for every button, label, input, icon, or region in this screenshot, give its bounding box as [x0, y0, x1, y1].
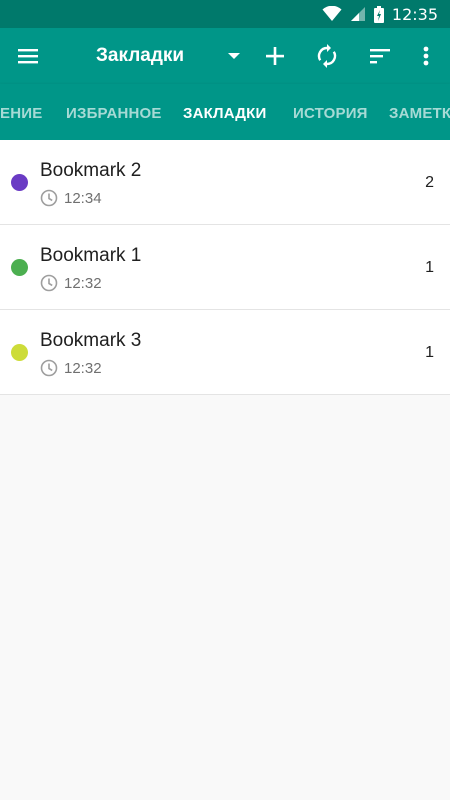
tab-bar: ЕНИЕ ИЗБРАННОЕ ЗАКЛАДКИ ИСТОРИЯ ЗАМЕТК — [0, 84, 450, 140]
bookmark-time: 12:34 — [64, 189, 102, 207]
bookmark-title: Bookmark 3 — [40, 330, 142, 351]
menu-icon[interactable] — [14, 42, 42, 70]
battery-icon — [373, 5, 384, 23]
title-selector[interactable]: Закладки — [96, 42, 184, 70]
clock-icon — [40, 274, 58, 292]
bookmark-count: 2 — [425, 174, 434, 191]
wifi-icon — [322, 6, 342, 21]
clock-icon — [40, 359, 58, 377]
status-bar: 12:35 — [0, 0, 450, 28]
page-title: Закладки — [96, 45, 185, 66]
more-vert-icon[interactable] — [412, 42, 440, 70]
status-time: 12:35 — [391, 4, 438, 24]
bookmark-count: 1 — [425, 344, 434, 361]
dropdown-arrow-icon[interactable] — [224, 46, 244, 66]
bookmark-count: 1 — [425, 259, 434, 276]
list-item[interactable]: Bookmark 1 12:32 1 — [0, 225, 450, 310]
tab-favorites[interactable]: ИЗБРАННОЕ — [66, 84, 162, 140]
tab-reading[interactable]: ЕНИЕ — [0, 84, 42, 140]
list-item[interactable]: Bookmark 2 12:34 2 — [0, 140, 450, 225]
bookmark-title: Bookmark 1 — [40, 245, 142, 266]
sort-icon[interactable] — [366, 42, 394, 70]
color-dot — [11, 174, 28, 191]
list-item[interactable]: Bookmark 3 12:32 1 — [0, 310, 450, 395]
color-dot — [11, 259, 28, 276]
bookmark-time: 12:32 — [64, 274, 102, 292]
sync-icon[interactable] — [313, 42, 341, 70]
signal-icon — [350, 7, 365, 21]
bookmark-title: Bookmark 2 — [40, 160, 142, 181]
tab-bookmarks[interactable]: ЗАКЛАДКИ — [183, 84, 267, 140]
add-icon[interactable] — [261, 42, 289, 70]
app-bar: Закладки — [0, 28, 450, 84]
tab-history[interactable]: ИСТОРИЯ — [293, 84, 368, 140]
tab-notes[interactable]: ЗАМЕТК — [389, 84, 450, 140]
bookmark-list: Bookmark 2 12:34 2 Bookmark 1 12:32 1 Bo… — [0, 140, 450, 395]
bookmark-time: 12:32 — [64, 359, 102, 377]
clock-icon — [40, 189, 58, 207]
color-dot — [11, 344, 28, 361]
